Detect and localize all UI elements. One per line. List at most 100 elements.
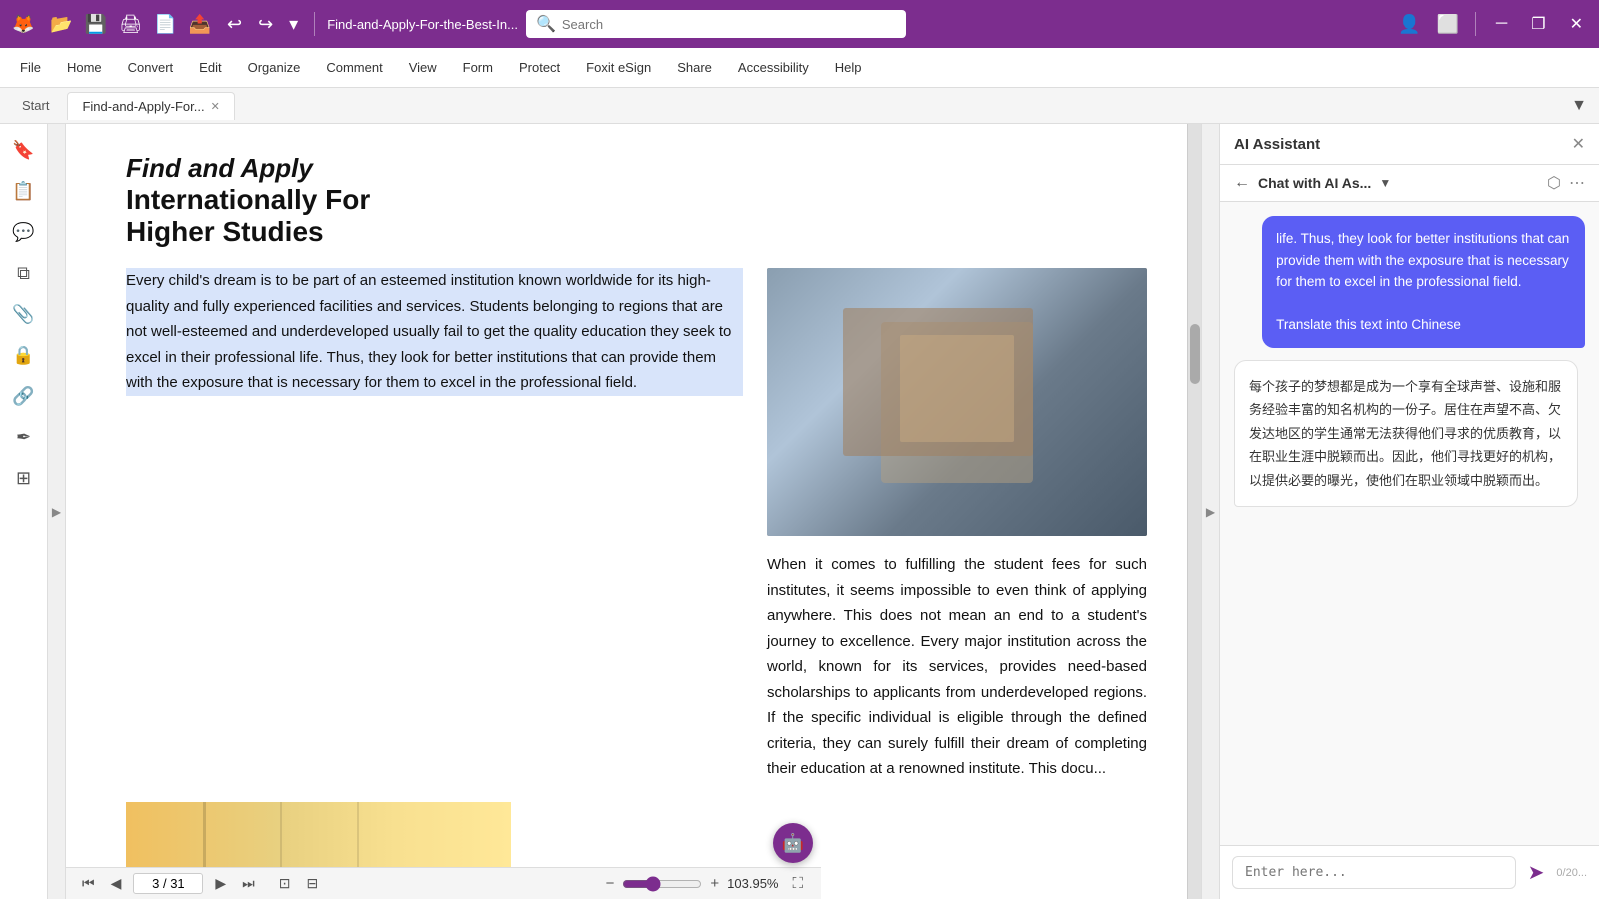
- scan-icon[interactable]: 📄: [150, 10, 180, 39]
- compare-icon[interactable]: ⊟: [303, 873, 323, 894]
- sidebar-stamp-icon[interactable]: ✒: [8, 419, 39, 456]
- account-icon[interactable]: 👤: [1394, 10, 1424, 39]
- collapse-arrow-left[interactable]: ▶: [48, 124, 66, 899]
- ai-bot-button[interactable]: 🤖: [773, 823, 813, 863]
- separator: [314, 12, 315, 36]
- menu-file[interactable]: File: [8, 54, 53, 81]
- fullscreen-button[interactable]: ⛶: [786, 873, 809, 894]
- tab-close-icon[interactable]: ✕: [211, 100, 220, 113]
- right-col-text: When it comes to fulfilling the student …: [767, 552, 1147, 782]
- tab-start[interactable]: Start: [8, 92, 63, 119]
- sidebar-bookmark-icon[interactable]: 🔖: [4, 132, 42, 169]
- title-line2: Internationally For: [126, 184, 1147, 216]
- menu-share[interactable]: Share: [665, 54, 724, 81]
- menu-organize[interactable]: Organize: [236, 54, 313, 81]
- print-icon[interactable]: 🖨: [115, 10, 146, 39]
- menu-home[interactable]: Home: [55, 54, 114, 81]
- tab-bar: Start Find-and-Apply-For... ✕ ▼: [0, 88, 1599, 124]
- sidebar-lock-icon[interactable]: 🔒: [4, 337, 42, 374]
- menu-help[interactable]: Help: [823, 54, 874, 81]
- back-button[interactable]: ←: [1234, 174, 1250, 192]
- menu-view[interactable]: View: [397, 54, 449, 81]
- app-logo-icon[interactable]: 🦊: [8, 10, 38, 39]
- ai-input-area: ➤ 0/20...: [1220, 845, 1599, 899]
- save-icon[interactable]: 💾: [81, 10, 111, 39]
- expand-icon[interactable]: ⬜: [1432, 10, 1462, 39]
- ai-panel-header: AI Assistant ✕: [1220, 124, 1599, 165]
- sidebar-page-icon[interactable]: 📋: [4, 173, 42, 210]
- close-button[interactable]: ✕: [1562, 10, 1591, 38]
- collapse-arrow-right[interactable]: ▶: [1201, 124, 1219, 899]
- share-icon[interactable]: 📤: [185, 10, 215, 39]
- open-icon[interactable]: 📂: [46, 10, 76, 39]
- separator2: [1475, 12, 1476, 36]
- sidebar-attachment-icon[interactable]: 📎: [4, 296, 42, 333]
- doc-title: Find-and-Apply-For-the-Best-In...: [327, 17, 518, 32]
- main-layout: 🔖 📋 💬 ⧉ 📎 🔒 🔗 ✒ ⊞ ▶ Find and Apply Inter…: [0, 124, 1599, 899]
- zoom-slider[interactable]: [622, 876, 702, 892]
- article-body: Every child's dream is to be part of an …: [126, 268, 1147, 782]
- undo-icon[interactable]: ↩: [223, 10, 246, 39]
- tab-label: Find-and-Apply-For...: [82, 99, 204, 114]
- search-bar[interactable]: 🔍: [526, 10, 906, 38]
- dropdown-arrow-icon[interactable]: ▾: [285, 10, 302, 39]
- ai-panel-close-icon[interactable]: ✕: [1572, 134, 1585, 154]
- tab-dropdown-icon[interactable]: ▼: [1567, 93, 1591, 119]
- prev-page-button[interactable]: ◀: [107, 873, 126, 894]
- sidebar-layers-icon[interactable]: ⧉: [9, 255, 38, 292]
- menu-bar: File Home Convert Edit Organize Comment …: [0, 48, 1599, 88]
- next-page-button[interactable]: ▶: [211, 873, 230, 894]
- menu-foxit-esign[interactable]: Foxit eSign: [574, 54, 663, 81]
- chat-title: Chat with AI As...: [1258, 175, 1371, 191]
- chat-export-icon[interactable]: ⬡: [1547, 173, 1561, 193]
- study-image: [767, 268, 1147, 536]
- scroll-thumb[interactable]: [1190, 324, 1200, 384]
- title-line3: Higher Studies: [126, 216, 1147, 248]
- menu-edit[interactable]: Edit: [187, 54, 233, 81]
- menu-comment[interactable]: Comment: [314, 54, 394, 81]
- article-right-col: When it comes to fulfilling the student …: [767, 268, 1147, 782]
- split-icon[interactable]: ⊡: [275, 873, 295, 894]
- ai-panel: AI Assistant ✕ ← Chat with AI As... ▼ ⬡ …: [1219, 124, 1599, 899]
- title-bar: 🦊 📂 💾 🖨 📄 📤 ↩ ↪ ▾ Find-and-Apply-For-the…: [0, 0, 1599, 48]
- article-title: Find and Apply Internationally For Highe…: [126, 144, 1147, 248]
- article-left-col: Every child's dream is to be part of an …: [126, 268, 743, 782]
- pdf-page: Find and Apply Internationally For Highe…: [66, 124, 1187, 899]
- search-icon: 🔍: [536, 14, 556, 34]
- tab-active[interactable]: Find-and-Apply-For... ✕: [67, 92, 234, 120]
- last-page-button[interactable]: ⏭: [238, 873, 259, 894]
- ai-panel-title: AI Assistant: [1234, 136, 1564, 153]
- redo-icon[interactable]: ↪: [254, 10, 277, 39]
- minimize-button[interactable]: ─: [1488, 11, 1515, 37]
- search-input[interactable]: [562, 17, 862, 32]
- sidebar-grid-icon[interactable]: ⊞: [8, 460, 39, 497]
- study-img-content: [767, 268, 1147, 536]
- page-number-input[interactable]: [133, 873, 203, 894]
- ai-response-text: 每个孩子的梦想都是成为一个享有全球声誉、设施和服务经验丰富的知名机构的一份子。居…: [1249, 375, 1563, 492]
- pdf-scrollbar[interactable]: [1187, 124, 1201, 899]
- first-page-button[interactable]: ⏮: [78, 873, 99, 894]
- zoom-in-button[interactable]: +: [706, 873, 723, 894]
- pdf-content: Find and Apply Internationally For Highe…: [66, 124, 1187, 899]
- chat-header-icons: ⬡ ⋯: [1547, 173, 1585, 193]
- menu-convert[interactable]: Convert: [116, 54, 186, 81]
- ai-text-input[interactable]: [1232, 856, 1516, 889]
- char-count-label: 0/20...: [1556, 867, 1587, 879]
- user-message-text: life. Thus, they look for better institu…: [1276, 231, 1569, 332]
- chat-dropdown-icon[interactable]: ▼: [1379, 176, 1391, 190]
- zoom-percent: 103.95%: [727, 876, 778, 891]
- send-button[interactable]: ➤: [1524, 856, 1549, 889]
- pdf-container: Find and Apply Internationally For Highe…: [66, 124, 1187, 899]
- chat-more-icon[interactable]: ⋯: [1569, 173, 1585, 193]
- bottom-bar: ⏮ ◀ ▶ ⏭ ⊡ ⊟ − + 103.95% ⛶: [66, 867, 821, 899]
- ai-messages: life. Thus, they look for better institu…: [1220, 202, 1599, 845]
- zoom-out-button[interactable]: −: [602, 873, 619, 894]
- menu-form[interactable]: Form: [451, 54, 505, 81]
- maximize-button[interactable]: ❐: [1523, 10, 1553, 38]
- menu-accessibility[interactable]: Accessibility: [726, 54, 821, 81]
- sidebar-link-icon[interactable]: 🔗: [4, 378, 42, 415]
- sidebar-comment-icon[interactable]: 💬: [4, 214, 42, 251]
- menu-protect[interactable]: Protect: [507, 54, 572, 81]
- left-sidebar: 🔖 📋 💬 ⧉ 📎 🔒 🔗 ✒ ⊞: [0, 124, 48, 899]
- highlighted-paragraph: Every child's dream is to be part of an …: [126, 268, 743, 396]
